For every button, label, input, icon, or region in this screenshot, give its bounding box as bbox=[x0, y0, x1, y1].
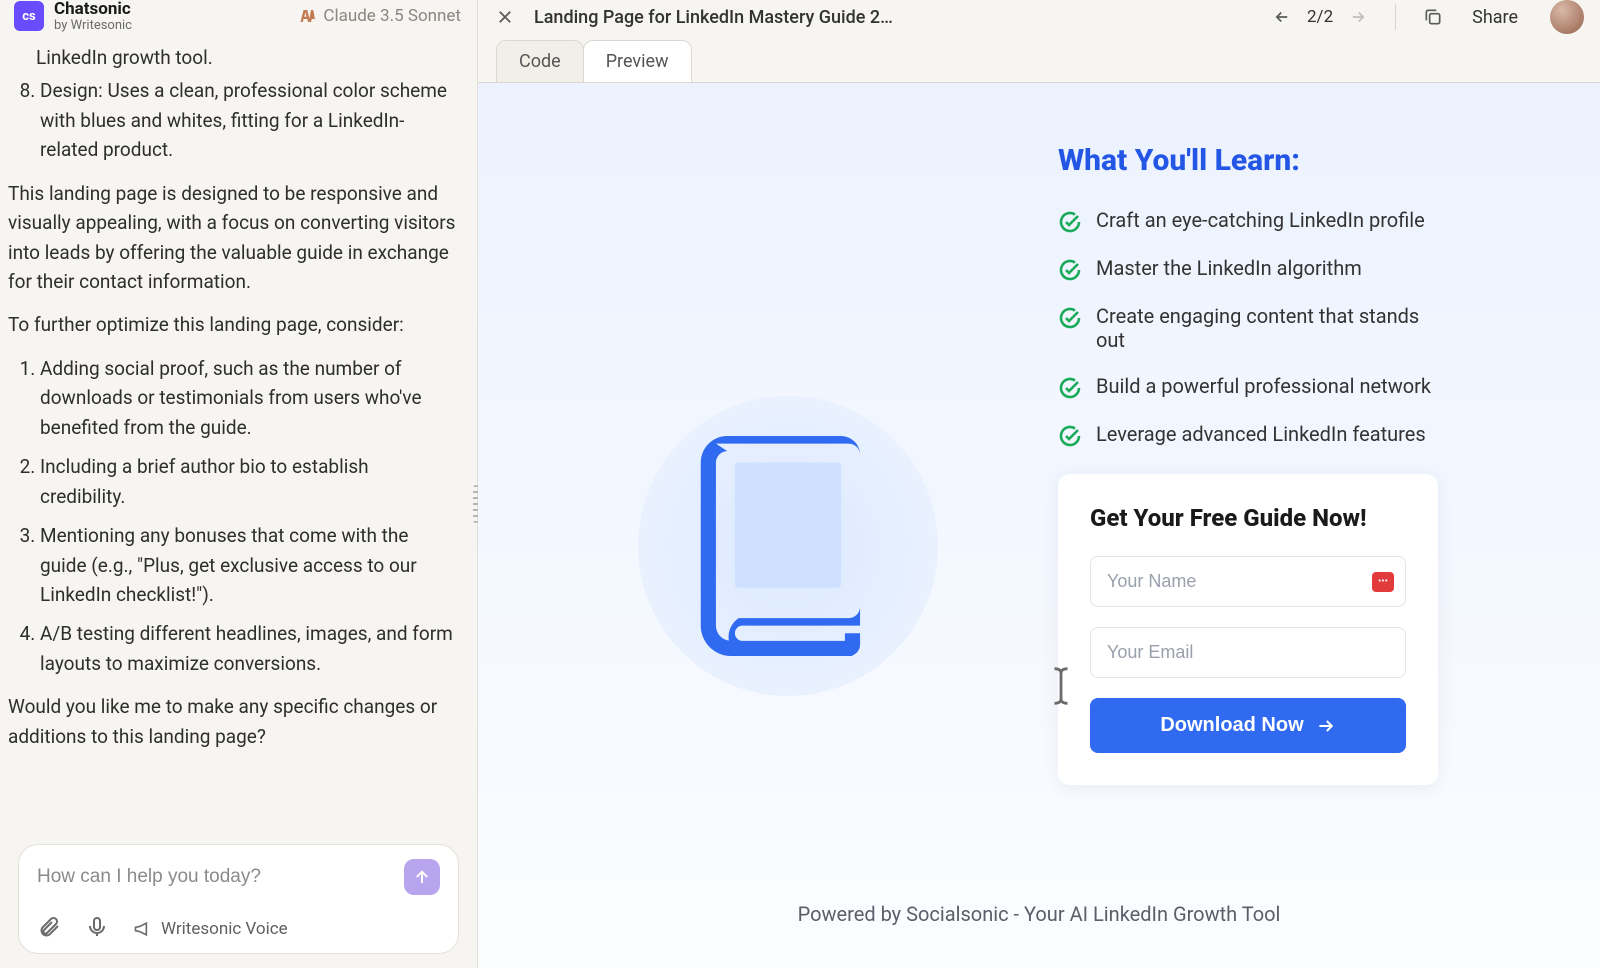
email-field[interactable] bbox=[1090, 627, 1406, 678]
password-manager-icon[interactable]: ••• bbox=[1372, 572, 1394, 592]
hero-illustration bbox=[518, 123, 1058, 968]
tab-preview[interactable]: Preview bbox=[583, 40, 692, 82]
share-button[interactable]: Share bbox=[1462, 3, 1528, 32]
artifact-pager: 2/2 bbox=[1267, 2, 1373, 32]
artifact-panel: Landing Page for LinkedIn Mastery Guide … bbox=[478, 0, 1600, 968]
copy-icon bbox=[1423, 7, 1443, 27]
learn-item: Leverage advanced LinkedIn features bbox=[1058, 422, 1438, 448]
learn-item-text: Master the LinkedIn algorithm bbox=[1096, 256, 1362, 280]
version-count: 2/2 bbox=[1307, 7, 1333, 27]
send-button[interactable] bbox=[404, 859, 440, 895]
model-label: Claude 3.5 Sonnet bbox=[323, 6, 461, 26]
learn-item: Craft an eye-catching LinkedIn profile bbox=[1058, 208, 1438, 234]
voice-label-text: Writesonic Voice bbox=[161, 919, 288, 939]
signup-card: Get Your Free Guide Now! ••• Download No… bbox=[1058, 474, 1438, 785]
list-item: Including a brief author bio to establis… bbox=[40, 452, 457, 511]
chat-truncated-line: LinkedIn growth tool. bbox=[8, 43, 457, 72]
arrow-right-icon bbox=[1316, 716, 1336, 736]
learn-item: Create engaging content that stands out bbox=[1058, 304, 1438, 352]
chat-message-body: LinkedIn growth tool. Design: Uses a cle… bbox=[0, 39, 477, 834]
avatar[interactable] bbox=[1550, 0, 1584, 34]
brand-badge: cs bbox=[14, 1, 44, 31]
divider bbox=[1395, 4, 1396, 30]
voice-selector[interactable]: Writesonic Voice bbox=[133, 919, 288, 939]
microphone-icon bbox=[85, 915, 109, 939]
arrow-up-icon bbox=[413, 868, 431, 886]
close-icon bbox=[496, 8, 514, 26]
composer: Writesonic Voice bbox=[18, 844, 459, 954]
powered-by-text: Powered by Socialsonic - Your AI LinkedI… bbox=[478, 902, 1600, 926]
chat-input[interactable] bbox=[37, 866, 394, 888]
check-circle-icon bbox=[1058, 376, 1082, 400]
mic-button[interactable] bbox=[85, 915, 109, 943]
check-circle-icon bbox=[1058, 258, 1082, 282]
brand-row: cs Chatsonic by Writesonic Claude 3.5 So… bbox=[0, 0, 477, 39]
learn-item-text: Create engaging content that stands out bbox=[1096, 304, 1438, 352]
name-field[interactable] bbox=[1090, 556, 1406, 607]
list-item: Design: Uses a clean, professional color… bbox=[40, 76, 457, 164]
model-selector[interactable]: Claude 3.5 Sonnet bbox=[299, 6, 461, 26]
next-version-button[interactable] bbox=[1343, 2, 1373, 32]
attach-button[interactable] bbox=[37, 915, 61, 943]
book-icon bbox=[693, 436, 883, 656]
list-item: Adding social proof, such as the number … bbox=[40, 354, 457, 442]
brand-subtitle: by Writesonic bbox=[54, 19, 132, 33]
form-title: Get Your Free Guide Now! bbox=[1090, 504, 1406, 532]
arrow-right-icon bbox=[1349, 8, 1367, 26]
arrow-left-icon bbox=[1273, 8, 1291, 26]
chat-panel: cs Chatsonic by Writesonic Claude 3.5 So… bbox=[0, 0, 478, 968]
list-item: Mentioning any bonuses that come with th… bbox=[40, 521, 457, 609]
check-circle-icon bbox=[1058, 210, 1082, 234]
learn-heading: What You'll Learn: bbox=[1058, 143, 1560, 178]
artifact-header: Landing Page for LinkedIn Mastery Guide … bbox=[478, 0, 1600, 40]
learn-item: Build a powerful professional network bbox=[1058, 374, 1438, 400]
learn-item-text: Leverage advanced LinkedIn features bbox=[1096, 422, 1426, 446]
download-button[interactable]: Download Now bbox=[1090, 698, 1406, 753]
megaphone-icon bbox=[133, 919, 153, 939]
preview-surface: What You'll Learn: Craft an eye-catching… bbox=[478, 82, 1600, 968]
anthropic-icon bbox=[299, 7, 317, 25]
learn-item: Master the LinkedIn algorithm bbox=[1058, 256, 1438, 282]
chat-paragraph: To further optimize this landing page, c… bbox=[8, 310, 457, 339]
learn-item-text: Craft an eye-catching LinkedIn profile bbox=[1096, 208, 1425, 232]
prev-version-button[interactable] bbox=[1267, 2, 1297, 32]
list-item: A/B testing different headlines, images,… bbox=[40, 619, 457, 678]
brand-name: Chatsonic bbox=[54, 0, 132, 19]
copy-button[interactable] bbox=[1418, 2, 1448, 32]
chat-paragraph: Would you like me to make any specific c… bbox=[8, 692, 457, 751]
check-circle-icon bbox=[1058, 424, 1082, 448]
hero-content: What You'll Learn: Craft an eye-catching… bbox=[1058, 123, 1560, 968]
close-artifact-button[interactable] bbox=[490, 2, 520, 32]
check-circle-icon bbox=[1058, 306, 1082, 330]
download-button-label: Download Now bbox=[1160, 714, 1303, 737]
artifact-title: Landing Page for LinkedIn Mastery Guide … bbox=[534, 7, 893, 28]
learn-item-text: Build a powerful professional network bbox=[1096, 374, 1431, 398]
chat-paragraph: This landing page is designed to be resp… bbox=[8, 179, 457, 297]
text-cursor-icon bbox=[1048, 663, 1076, 709]
learn-list: Craft an eye-catching LinkedIn profile M… bbox=[1058, 208, 1560, 448]
tab-code[interactable]: Code bbox=[496, 40, 584, 82]
artifact-tabs: Code Preview bbox=[478, 40, 1600, 82]
paperclip-icon bbox=[37, 915, 61, 939]
